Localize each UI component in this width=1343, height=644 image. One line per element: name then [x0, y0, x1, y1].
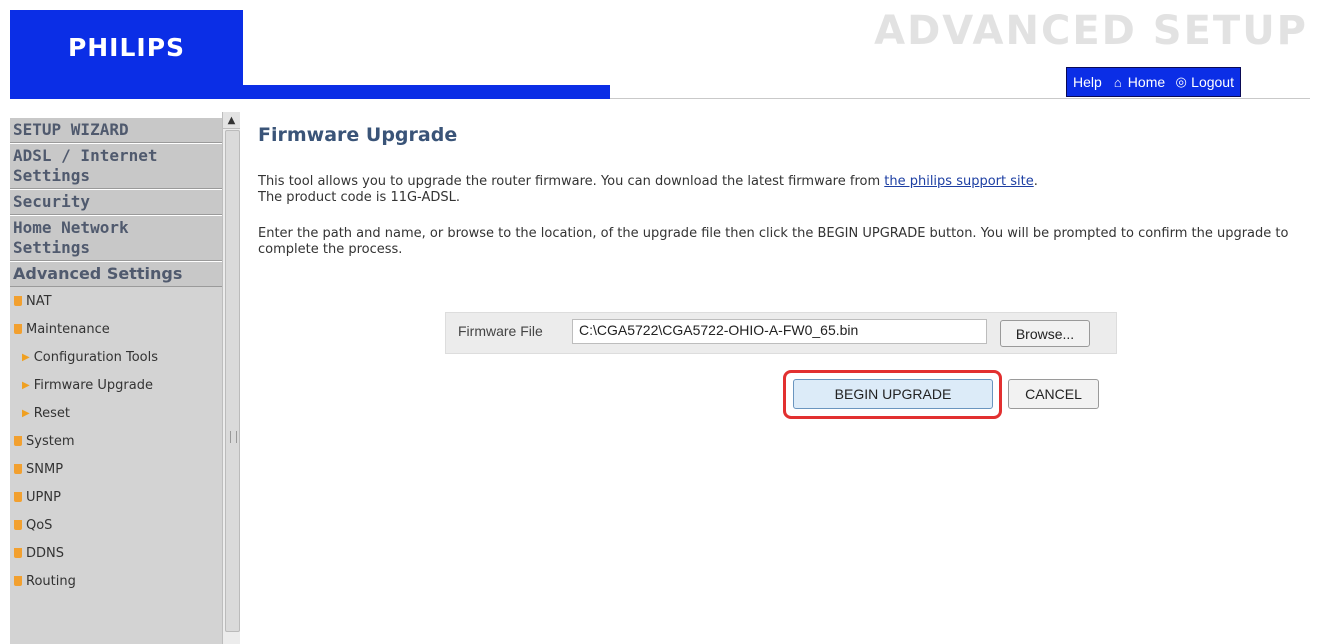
help-link[interactable]: Help [1073, 74, 1102, 90]
header: PHILIPS ADVANCED SETUP Help ⌂ Home ◎ Log… [0, 0, 1343, 100]
bullet-icon [14, 492, 22, 502]
logout-icon[interactable]: ◎ [1173, 74, 1189, 90]
main-content: Firmware Upgrade This tool allows you to… [258, 124, 1318, 258]
sidebar-item-configuration-tools[interactable]: ▶ Configuration Tools [10, 343, 222, 371]
support-site-link[interactable]: the philips support site [884, 174, 1033, 189]
sidebar-item-label: QoS [26, 517, 53, 533]
sidebar-item-routing[interactable]: Routing [10, 567, 222, 595]
sidebar-item-advanced-settings[interactable]: Advanced Settings [10, 261, 222, 287]
cancel-button[interactable]: CANCEL [1008, 379, 1099, 409]
sidebar-item-adsl-internet-settings[interactable]: ADSL / Internet Settings [10, 143, 222, 189]
bullet-icon [14, 464, 22, 474]
sidebar-item-label: SNMP [26, 461, 64, 477]
page-banner-title: ADVANCED SETUP [874, 8, 1308, 54]
sidebar-item-setup-wizard[interactable]: SETUP WIZARD [10, 117, 222, 143]
sidebar-item-snmp[interactable]: SNMP [10, 455, 222, 483]
sidebar-item-home-network-settings[interactable]: Home Network Settings [10, 215, 222, 261]
browse-button[interactable]: Browse... [1000, 320, 1090, 347]
bullet-icon [14, 548, 22, 558]
sidebar-item-label: Settings [13, 238, 91, 257]
sidebar-item-qos[interactable]: QoS [10, 511, 222, 539]
firmware-file-label: Firmware File [458, 323, 543, 339]
scroll-thumb[interactable] [225, 130, 240, 632]
firmware-file-panel: Firmware File C:\CGA5722\CGA5722-OHIO-A-… [445, 312, 1117, 354]
sidebar-item-label: DDNS [26, 545, 64, 561]
bullet-icon [14, 520, 22, 530]
sidebar-item-label: Advanced Settings [13, 264, 183, 283]
sidebar-item-label: Firmware Upgrade [33, 377, 153, 393]
sidebar-item-label: Routing [26, 573, 76, 589]
scroll-up-arrow-icon[interactable]: ▲ [223, 112, 240, 129]
sidebar-item-security[interactable]: Security [10, 189, 222, 215]
sidebar-item-upnp[interactable]: UPNP [10, 483, 222, 511]
home-icon[interactable]: ⌂ [1110, 75, 1126, 90]
scroll-grip [230, 431, 237, 443]
sidebar-item-label: UPNP [26, 489, 61, 505]
sidebar-item-label: Configuration Tools [33, 349, 159, 365]
sidebar-item-maintenance[interactable]: Maintenance [10, 315, 222, 343]
sidebar-item-label: Home Network [13, 218, 129, 237]
sidebar-item-label: Maintenance [26, 321, 110, 337]
sidebar-item-label: Reset [33, 405, 71, 421]
logout-link[interactable]: Logout [1191, 74, 1234, 90]
intro-text: This tool allows you to upgrade the rout… [258, 174, 885, 189]
sidebar-item-label: System [26, 433, 75, 449]
sidebar-item-nat[interactable]: NAT [10, 287, 222, 315]
intro-text-end: . [1033, 174, 1038, 189]
sidebar-item-label: Security [13, 192, 91, 211]
triangle-bullet-icon: ▶ [22, 351, 30, 363]
logo-text: PHILIPS [67, 33, 186, 62]
sidebar-item-firmware-upgrade[interactable]: ▶ Firmware Upgrade [10, 371, 222, 399]
sidebar-item-reset[interactable]: ▶ Reset [10, 399, 222, 427]
page-title: Firmware Upgrade [258, 124, 458, 146]
home-link[interactable]: Home [1128, 74, 1165, 90]
sidebar: SETUP WIZARD ADSL / Internet Settings Se… [10, 117, 222, 644]
header-divider [610, 98, 1310, 99]
bullet-icon [14, 324, 22, 334]
sidebar-scrollbar[interactable]: ▲ [222, 112, 240, 644]
product-code-text: The product code is 11G-ADSL. [258, 190, 460, 205]
philips-logo: PHILIPS [10, 10, 243, 85]
sidebar-item-ddns[interactable]: DDNS [10, 539, 222, 567]
sidebar-item-label: NAT [26, 293, 52, 309]
sidebar-item-label: Settings [13, 166, 91, 185]
firmware-file-input[interactable]: C:\CGA5722\CGA5722-OHIO-A-FW0_65.bin [572, 319, 987, 344]
sidebar-item-label: ADSL / Internet [13, 146, 158, 165]
sidebar-item-system[interactable]: System [10, 427, 222, 455]
intro-paragraph: This tool allows you to upgrade the rout… [258, 174, 1318, 206]
bullet-icon [14, 296, 22, 306]
top-nav: Help ⌂ Home ◎ Logout [1066, 67, 1241, 97]
begin-upgrade-button[interactable]: BEGIN UPGRADE [793, 379, 993, 409]
instructions-paragraph: Enter the path and name, or browse to th… [258, 226, 1289, 257]
triangle-bullet-icon: ▶ [22, 379, 30, 391]
triangle-bullet-icon: ▶ [22, 407, 30, 419]
bullet-icon [14, 436, 22, 446]
header-blue-bar [10, 85, 610, 99]
sidebar-item-label: SETUP WIZARD [13, 120, 129, 139]
bullet-icon [14, 576, 22, 586]
